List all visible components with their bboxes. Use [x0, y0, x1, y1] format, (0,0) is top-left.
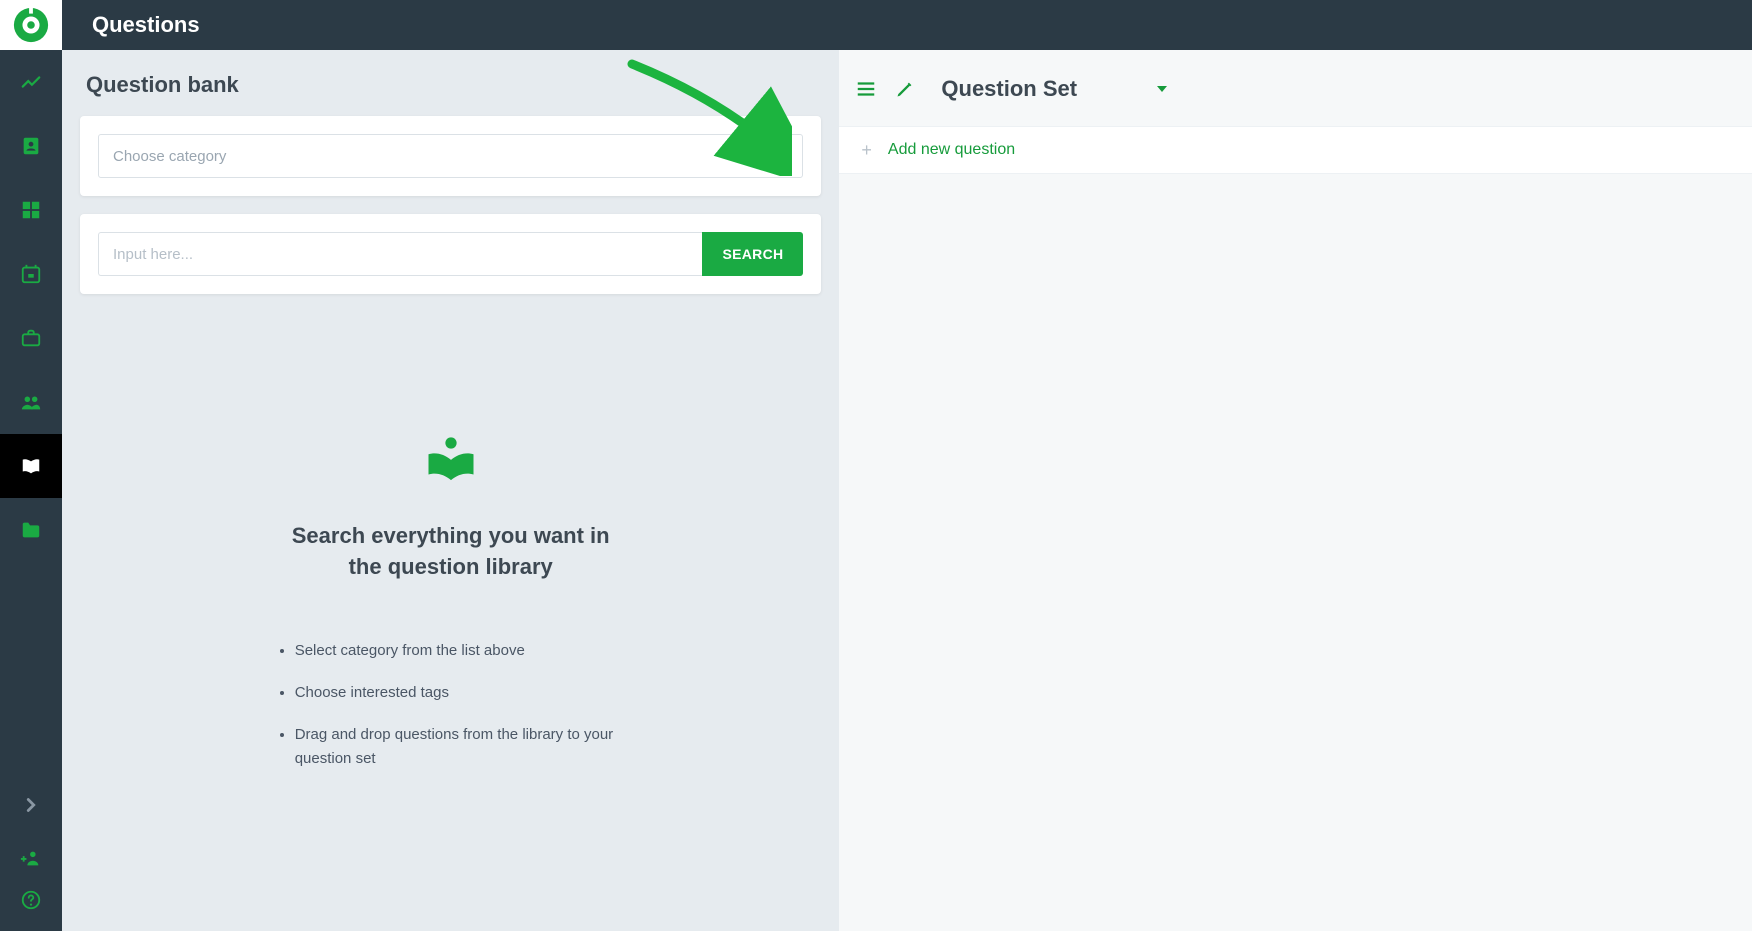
add-question-label: Add new question — [888, 141, 1015, 159]
caret-down-icon — [1157, 86, 1167, 92]
contact-icon — [20, 135, 42, 157]
category-select[interactable]: Choose category — [98, 134, 803, 178]
dashboard-icon — [20, 199, 42, 221]
reorder-button[interactable] — [853, 76, 879, 102]
folder-icon — [20, 519, 42, 541]
empty-bullet: Select category from the list above — [295, 639, 631, 663]
search-button[interactable]: SEARCH — [702, 232, 803, 276]
page-title: Questions — [92, 12, 200, 38]
help-icon — [20, 889, 42, 911]
sidebar-expand-toggle[interactable] — [0, 773, 62, 837]
empty-bullet-list: Select category from the list above Choo… — [271, 639, 631, 771]
question-set-panel: Question Set + Add new question — [839, 50, 1752, 931]
sidebar-item-folder[interactable] — [0, 498, 62, 562]
sidebar-help[interactable] — [0, 879, 62, 921]
sidebar-item-people[interactable] — [0, 370, 62, 434]
sidebar-item-briefcase[interactable] — [0, 306, 62, 370]
sidebar-item-analytics[interactable] — [0, 50, 62, 114]
app-logo-icon — [12, 6, 50, 44]
empty-bullet: Choose interested tags — [295, 681, 631, 705]
book-open-icon — [20, 455, 42, 477]
category-card: Choose category — [80, 116, 821, 196]
plus-icon: + — [861, 141, 872, 159]
topbar: Questions — [62, 0, 1752, 50]
question-bank-panel: Question bank Choose category SEARCH — [62, 50, 839, 931]
content: Question bank Choose category SEARCH — [62, 50, 1752, 931]
empty-bullet: Drag and drop questions from the library… — [295, 723, 631, 771]
logo-cell — [0, 0, 62, 50]
invite-icon — [20, 847, 42, 869]
analytics-icon — [20, 71, 42, 93]
search-input[interactable] — [98, 232, 702, 276]
empty-heading: Search everything you want in the questi… — [120, 521, 781, 583]
sidebar-item-contact[interactable] — [0, 114, 62, 178]
sidebar-item-library[interactable] — [0, 434, 62, 498]
question-set-header: Question Set — [839, 72, 1752, 106]
question-set-dropdown[interactable] — [1155, 84, 1169, 94]
reader-icon — [424, 434, 478, 488]
calendar-icon — [20, 263, 42, 285]
pencil-icon — [895, 79, 915, 99]
search-card: SEARCH — [80, 214, 821, 294]
sidebar-item-dashboard[interactable] — [0, 178, 62, 242]
briefcase-icon — [20, 327, 42, 349]
menu-icon — [855, 78, 877, 100]
sidebar-invite[interactable] — [0, 837, 62, 879]
edit-title-button[interactable] — [893, 77, 917, 101]
sidebar-item-calendar[interactable] — [0, 242, 62, 306]
caret-down-icon — [778, 153, 788, 159]
category-placeholder: Choose category — [113, 148, 226, 165]
main: Questions Question bank Choose category … — [62, 0, 1752, 931]
question-bank-heading: Question bank — [80, 72, 821, 98]
empty-state: Search everything you want in the questi… — [80, 434, 821, 771]
add-question-button[interactable]: + Add new question — [839, 126, 1752, 174]
chevron-right-icon — [20, 794, 42, 816]
people-icon — [20, 391, 42, 413]
sidebar — [0, 0, 62, 931]
question-set-title[interactable]: Question Set — [931, 72, 1141, 106]
